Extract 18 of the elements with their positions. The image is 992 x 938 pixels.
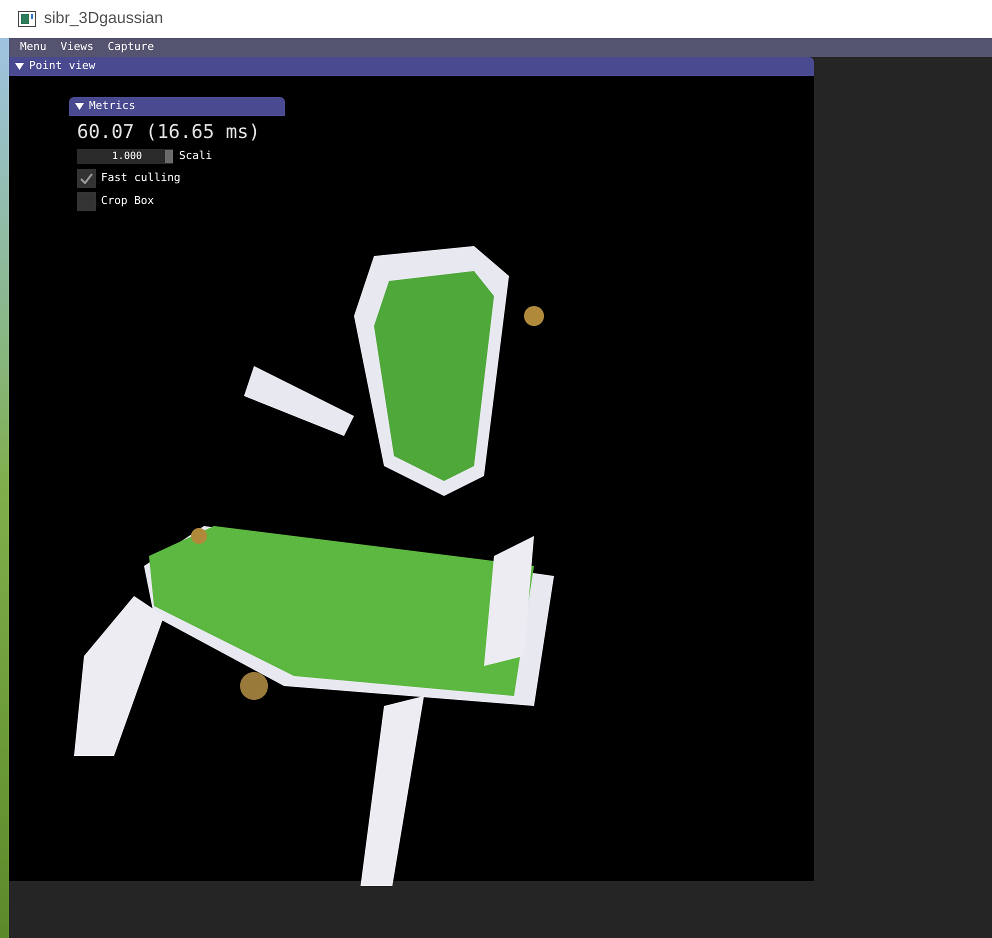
menu-item[interactable]: Menu bbox=[20, 39, 46, 56]
panel-title: Point view bbox=[29, 58, 96, 74]
checkbox-label: Fast culling bbox=[101, 170, 180, 186]
fps-readout: 60.07 (16.65 ms) bbox=[77, 120, 262, 144]
menu-item[interactable]: Views bbox=[60, 39, 94, 56]
scaling-slider[interactable]: 1.000 bbox=[77, 148, 173, 164]
window-title: sibr_3Dgaussian bbox=[44, 9, 164, 29]
menu-item[interactable]: Capture bbox=[108, 39, 154, 56]
checkbox[interactable] bbox=[77, 192, 96, 210]
collapse-arrow-icon[interactable] bbox=[75, 102, 84, 111]
window-app-icon bbox=[18, 11, 36, 27]
collapse-arrow-icon[interactable] bbox=[15, 62, 24, 71]
panel-title: Metrics bbox=[89, 98, 136, 114]
slider-label: Scali bbox=[179, 148, 212, 164]
slider-value: 1.000 bbox=[110, 150, 144, 164]
checkbox[interactable] bbox=[77, 168, 96, 188]
slider-thumb[interactable] bbox=[165, 150, 173, 163]
checkbox-label: Crop Box bbox=[101, 192, 154, 209]
